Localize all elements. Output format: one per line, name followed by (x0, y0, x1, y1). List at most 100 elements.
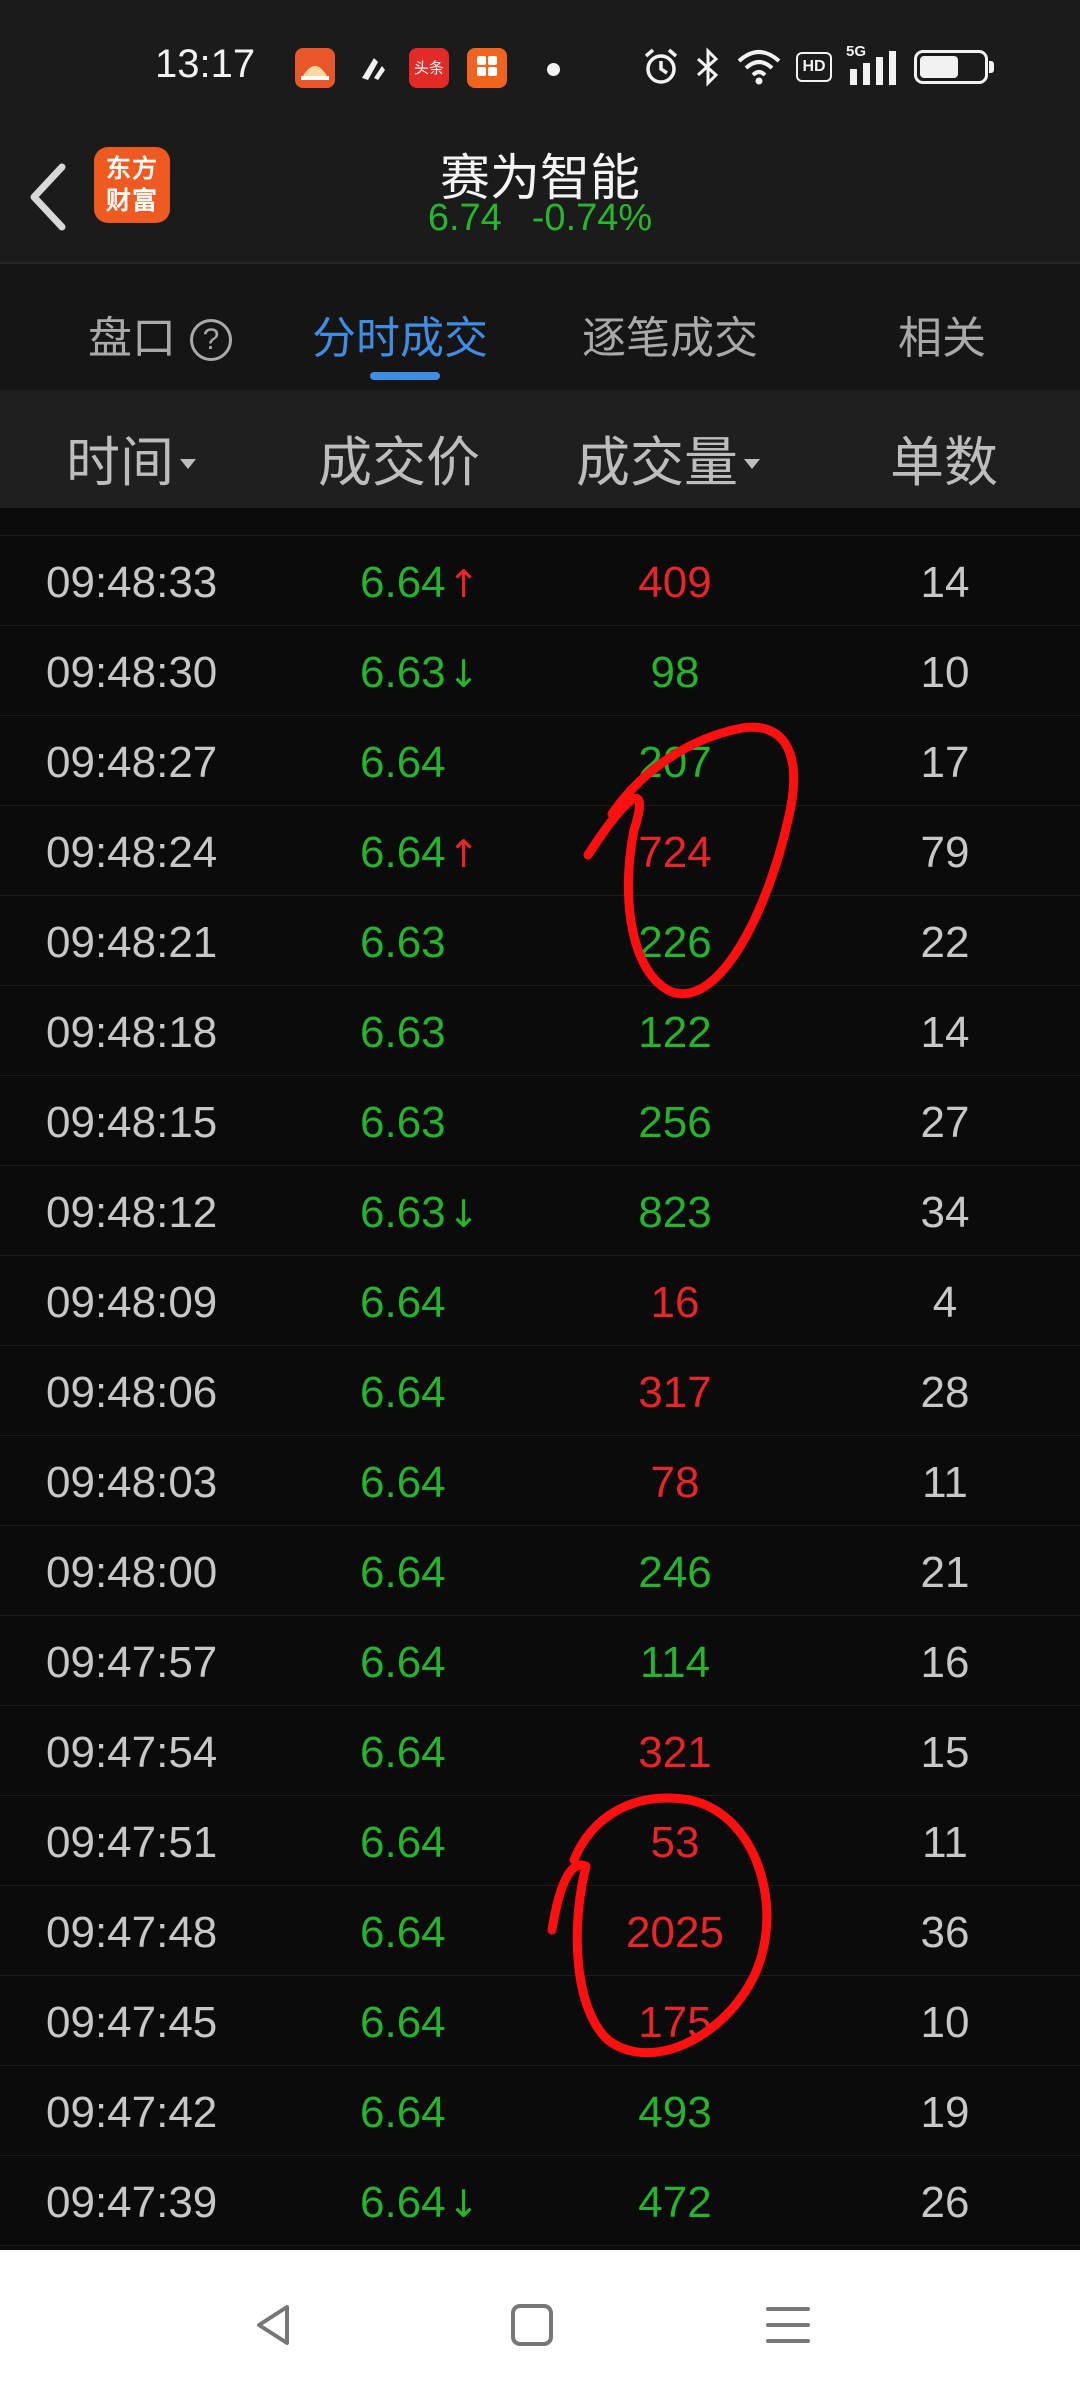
trade-volume: 175 (638, 1998, 712, 2047)
tab-order-book[interactable]: 盘口? (88, 302, 232, 366)
trade-volume: 724 (638, 828, 712, 877)
tab-tick-trades[interactable]: 逐笔成交 (582, 302, 758, 366)
trade-price-cell: 6.64 (360, 1368, 446, 1418)
arrow-down-icon: ↓ (447, 1192, 480, 1236)
tab-order-book-label: 盘口 (88, 313, 176, 364)
hamburger-menu-icon (766, 2307, 810, 2343)
trade-price-cell: 6.64 (360, 1458, 446, 1508)
status-bar: 13:17 头条 HD 5G (0, 0, 1080, 135)
trade-volume: 98 (650, 648, 700, 697)
trade-row[interactable]: 09:47:51 6.64 53 11 (0, 1796, 1080, 1886)
trade-volume: 317 (638, 1368, 712, 1417)
trade-price-cell: 6.63 (360, 918, 446, 968)
trade-price-cell: 6.64↑ (360, 828, 479, 878)
trade-time: 09:48:33 (46, 558, 218, 607)
arrow-up-icon: ↑ (447, 832, 480, 876)
trade-price: 6.63 (360, 1098, 446, 1147)
trade-volume: 823 (638, 1188, 712, 1237)
trade-row[interactable]: 09:47:42 6.64 493 19 (0, 2066, 1080, 2156)
trade-count: 10 (920, 648, 970, 697)
trade-row[interactable]: 09:48:24 6.64↑ 724 79 (0, 806, 1080, 896)
trade-row[interactable]: 09:48:15 6.63 256 27 (0, 1076, 1080, 1166)
trade-row[interactable]: 09:48:21 6.63 226 22 (0, 896, 1080, 986)
trade-volume: 226 (638, 918, 712, 967)
trade-count: 28 (920, 1368, 970, 1417)
trade-row[interactable]: 09:47:57 6.64 114 16 (0, 1616, 1080, 1706)
trade-row[interactable]: 09:47:48 6.64 2025 36 (0, 1886, 1080, 1976)
sort-caret-icon (744, 459, 760, 469)
trade-price: 6.64 (360, 1638, 446, 1687)
help-icon[interactable]: ? (190, 319, 232, 361)
trade-row[interactable]: 09:48:33 6.64↑ 409 14 (0, 536, 1080, 626)
app-icon-1 (295, 48, 335, 88)
trade-time: 09:47:48 (46, 1908, 218, 1957)
arrow-up-icon: ↑ (447, 562, 480, 606)
trade-row[interactable]: 09:48:00 6.64 246 21 (0, 1526, 1080, 1616)
trade-count: 14 (920, 1008, 970, 1057)
trade-row[interactable]: 09:48:09 6.64 16 4 (0, 1256, 1080, 1346)
trade-volume: 223 (575, 508, 775, 518)
trade-row[interactable]: 09:48:27 6.64 207 17 (0, 716, 1080, 806)
trade-time: 09:48:36 (46, 508, 217, 518)
trade-volume: 114 (639, 1638, 711, 1687)
trade-price-cell: 6.64 (360, 2088, 446, 2138)
trade-list[interactable]: 09:48:366.63↓223909:48:336.64↑4091409:48… (0, 508, 1080, 2250)
trade-time: 09:48:21 (46, 918, 218, 967)
trade-price: 6.64 (360, 1548, 446, 1597)
nav-menu-button[interactable] (758, 2295, 818, 2355)
trade-count: 11 (922, 1458, 968, 1507)
trade-time: 09:48:18 (46, 1008, 218, 1057)
trade-volume: 53 (650, 1818, 700, 1867)
trade-volume: 78 (650, 1458, 700, 1507)
tab-related[interactable]: 相关 (898, 302, 986, 366)
arrow-down-icon: ↓ (447, 2182, 480, 2226)
trade-price: 6.63 (360, 508, 446, 517)
trade-count: 36 (920, 1908, 970, 1957)
trade-row[interactable]: 09:48:30 6.63↓ 98 10 (0, 626, 1080, 716)
hd-badge: HD (796, 52, 832, 82)
trade-time: 09:48:24 (46, 828, 218, 877)
column-count: 单数 (890, 431, 998, 494)
trade-row[interactable]: 09:48:12 6.63↓ 823 34 (0, 1166, 1080, 1256)
trade-count: 17 (920, 738, 970, 787)
tab-minute-trades[interactable]: 分时成交 (312, 302, 488, 366)
trade-count: 26 (920, 2178, 970, 2227)
trade-count: 21 (920, 1548, 970, 1597)
trade-price: 6.63 (360, 648, 446, 697)
trade-price-cell: 6.64 (360, 1818, 446, 1868)
battery-icon (914, 50, 994, 84)
trade-row[interactable]: 09:48:36 6.63↓ 223 9 (0, 508, 1080, 536)
trade-volume: 472 (638, 2178, 712, 2227)
trade-volume: 409 (638, 558, 712, 607)
network-type: 5G (846, 43, 867, 60)
trade-price: 6.63 (360, 1188, 446, 1237)
trade-row[interactable]: 09:48:03 6.64 78 11 (0, 1436, 1080, 1526)
trade-price: 6.64 (360, 1728, 446, 1777)
trade-price: 6.64 (360, 558, 446, 607)
trade-price-cell: 6.63↓ (360, 648, 479, 698)
trade-count: 11 (922, 1818, 968, 1867)
trade-price: 6.64 (360, 2178, 446, 2227)
trade-price-cell: 6.63↓ (360, 1188, 479, 1238)
column-time[interactable]: 时间 (66, 418, 196, 497)
trade-price: 6.63 (360, 1008, 446, 1057)
sort-caret-icon (180, 459, 196, 469)
column-price: 成交价 (318, 431, 480, 494)
trade-count: 27 (920, 1098, 970, 1147)
trade-row[interactable]: 09:48:18 6.63 122 14 (0, 986, 1080, 1076)
trade-price-cell: 6.64 (360, 1728, 446, 1778)
trade-row[interactable]: 09:47:39 6.64↓ 472 26 (0, 2156, 1080, 2246)
trade-row[interactable]: 09:47:54 6.64 321 15 (0, 1706, 1080, 1796)
trade-price: 6.64 (360, 2088, 446, 2137)
column-volume[interactable]: 成交量 (576, 418, 760, 497)
trade-row[interactable]: 09:47:45 6.64 175 10 (0, 1976, 1080, 2066)
trade-volume: 256 (638, 1098, 712, 1147)
trade-count: 16 (920, 1638, 970, 1687)
app-icon-4 (467, 48, 507, 88)
trade-row[interactable]: 09:48:06 6.64 317 28 (0, 1346, 1080, 1436)
column-volume-label: 成交量 (576, 431, 738, 494)
nav-back-button[interactable] (245, 2295, 305, 2355)
trade-time: 09:47:39 (46, 2178, 218, 2227)
nav-home-button[interactable] (502, 2295, 562, 2355)
arrow-down-icon: ↓ (447, 652, 480, 696)
